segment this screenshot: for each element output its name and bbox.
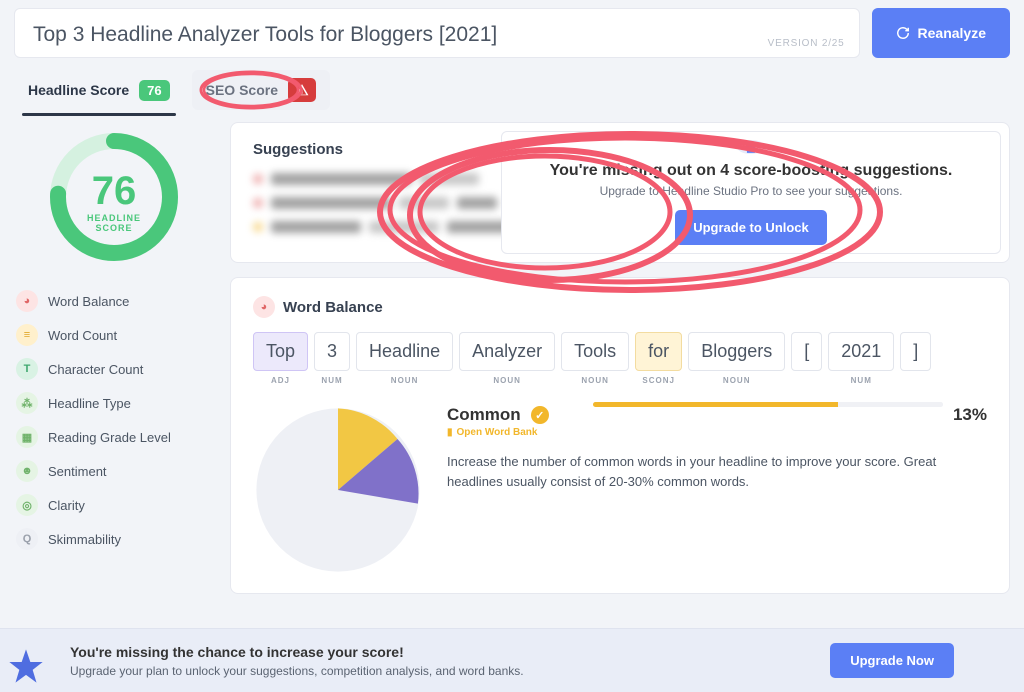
nav-icon: ◎ — [16, 494, 38, 516]
sidebar-item-reading-grade-level[interactable]: ▦ Reading Grade Level — [14, 420, 214, 454]
overlay-subtitle: Upgrade to Headline Studio Pro to see yo… — [600, 184, 903, 198]
nav-icon: ☻ — [16, 460, 38, 482]
word-token: for SCONJ — [635, 332, 682, 385]
sidebar-item-word-count[interactable]: ≡ Word Count — [14, 318, 214, 352]
nav-label: Word Count — [48, 328, 117, 343]
score-circle: 76 HEADLINESCORE — [49, 132, 179, 262]
star-icon — [6, 646, 46, 686]
nav-icon: Q — [16, 528, 38, 550]
score-label: HEADLINESCORE — [49, 213, 179, 235]
upgrade-now-button[interactable]: Upgrade Now — [830, 643, 954, 678]
token-pos: SCONJ — [635, 376, 682, 385]
sidebar-item-headline-type[interactable]: ⁂ Headline Type — [14, 386, 214, 420]
word-token: ] — [900, 332, 931, 385]
upgrade-overlay: You're missing out on 4 score-boosting s… — [501, 131, 1001, 254]
nav-label: Headline Type — [48, 396, 131, 411]
token-pos: NUM — [828, 376, 894, 385]
token-text: Analyzer — [459, 332, 555, 371]
word-token: Headline NOUN — [356, 332, 453, 385]
common-meter — [593, 402, 943, 407]
nav-label: Clarity — [48, 498, 85, 513]
nav-icon: ◕ — [16, 290, 38, 312]
common-description: Increase the number of common words in y… — [447, 452, 987, 491]
nav-label: Character Count — [48, 362, 143, 377]
version-label: VERSION 2/25 — [768, 38, 845, 49]
nav-icon: ▦ — [16, 426, 38, 448]
word-token: Tools NOUN — [561, 332, 629, 385]
common-pct: 13% — [953, 405, 987, 425]
nav-icon: ≡ — [16, 324, 38, 346]
token-pos: NOUN — [688, 376, 785, 385]
word-balance-title: ◕ Word Balance — [253, 296, 987, 318]
sidebar-item-sentiment[interactable]: ☻ Sentiment — [14, 454, 214, 488]
token-text: 2021 — [828, 332, 894, 371]
nav-label: Skimmability — [48, 532, 121, 547]
sidebar-item-character-count[interactable]: T Character Count — [14, 352, 214, 386]
open-word-bank-link[interactable]: ▮ Open Word Bank — [447, 427, 987, 438]
nav-label: Word Balance — [48, 294, 129, 309]
tab-label: Headline Score — [28, 82, 129, 98]
word-token: Analyzer NOUN — [459, 332, 555, 385]
word-token: 3 NUM — [314, 332, 350, 385]
lock-icon — [737, 140, 765, 154]
token-text: [ — [791, 332, 822, 371]
headline-score-badge: 76 — [139, 80, 169, 101]
word-balance-card: ◕ Word Balance TopADJ3NUMHeadlineNOUNAna… — [230, 277, 1010, 594]
token-pos: ADJ — [253, 376, 308, 385]
refresh-icon — [896, 26, 910, 40]
score-value: 76 — [92, 169, 137, 214]
token-text: Headline — [356, 332, 453, 371]
nav-icon: T — [16, 358, 38, 380]
check-icon: ✓ — [531, 406, 549, 424]
token-text: Tools — [561, 332, 629, 371]
footer-title: You're missing the chance to increase yo… — [70, 644, 404, 660]
tab-label: SEO Score — [206, 82, 278, 98]
token-pos: NOUN — [459, 376, 555, 385]
tab-seo-score[interactable]: SEO Score — [192, 70, 330, 110]
word-token: [ — [791, 332, 822, 385]
sidebar-item-clarity[interactable]: ◎ Clarity — [14, 488, 214, 522]
nav-label: Sentiment — [48, 464, 107, 479]
token-text: for — [635, 332, 682, 371]
upgrade-unlock-button[interactable]: Upgrade to Unlock — [675, 210, 827, 245]
token-text: ] — [900, 332, 931, 371]
warning-icon — [288, 78, 316, 102]
footer-upgrade-banner: You're missing the chance to increase yo… — [0, 628, 1024, 692]
overlay-title: You're missing out on 4 score-boosting s… — [550, 162, 953, 180]
token-text: Top — [253, 332, 308, 371]
token-pos: NOUN — [561, 376, 629, 385]
headline-title: Top 3 Headline Analyzer Tools for Blogge… — [33, 23, 841, 47]
footer-subtitle: Upgrade your plan to unlock your suggest… — [70, 664, 524, 678]
word-token: Bloggers NOUN — [688, 332, 785, 385]
sidebar: 76 HEADLINESCORE ◕ Word Balance ≡ Word Coun… — [14, 122, 214, 594]
word-balance-pie — [253, 405, 423, 575]
book-icon: ▮ — [447, 427, 453, 438]
token-pos: NOUN — [356, 376, 453, 385]
word-tokens: Top ADJ 3 NUM Headline NOUN Analyzer NOUN Tools N… — [253, 332, 987, 385]
word-token: Top ADJ — [253, 332, 308, 385]
nav-icon: ⁂ — [16, 392, 38, 414]
reanalyze-label: Reanalyze — [918, 25, 986, 41]
headline-title-box: Top 3 Headline Analyzer Tools for Blogge… — [14, 8, 860, 58]
token-pos: NUM — [314, 376, 350, 385]
sidebar-item-word-balance[interactable]: ◕ Word Balance — [14, 284, 214, 318]
tab-headline-score[interactable]: Headline Score 76 — [14, 70, 184, 110]
common-label: Common — [447, 405, 521, 425]
word-token: 2021 NUM — [828, 332, 894, 385]
suggestions-card: Suggestions You're missing out on 4 scor… — [230, 122, 1010, 263]
token-text: Bloggers — [688, 332, 785, 371]
reanalyze-button[interactable]: Reanalyze — [872, 8, 1010, 58]
token-text: 3 — [314, 332, 350, 371]
pie-icon: ◕ — [253, 296, 275, 318]
nav-label: Reading Grade Level — [48, 430, 171, 445]
sidebar-item-skimmability[interactable]: Q Skimmability — [14, 522, 214, 556]
